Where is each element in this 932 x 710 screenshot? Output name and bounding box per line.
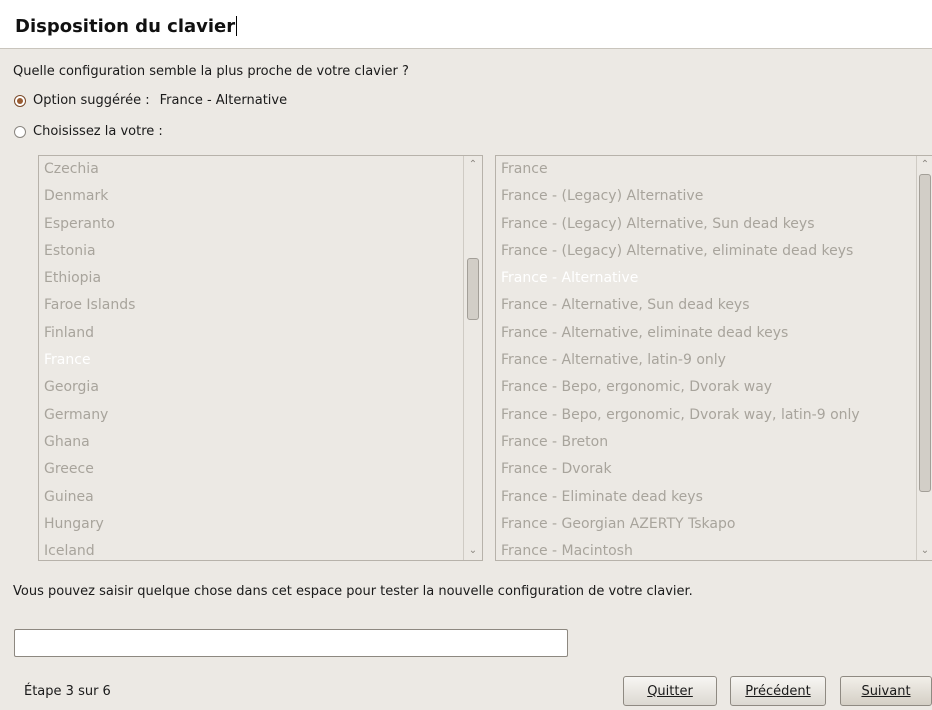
variant-list[interactable]: France France - (Legacy) Alternative Franc… — [495, 155, 932, 561]
chevron-up-icon[interactable]: ⌃ — [464, 156, 482, 174]
quit-button[interactable]: Quitter — [623, 676, 717, 706]
variant-list-item[interactable]: France - Dvorak — [496, 456, 917, 483]
country-list-item[interactable]: France — [39, 347, 464, 374]
country-list-item[interactable]: Esperanto — [39, 211, 464, 238]
text-cursor — [236, 16, 238, 36]
country-list-item[interactable]: Iceland — [39, 538, 464, 560]
test-help-text: Vous pouvez saisir quelque chose dans ce… — [13, 584, 693, 599]
variant-list-item[interactable]: France - Bepo, ergonomic, Dvorak way, la… — [496, 402, 917, 429]
country-list-item[interactable]: Georgia — [39, 374, 464, 401]
chevron-up-icon[interactable]: ⌃ — [917, 156, 932, 174]
variant-list-item[interactable]: France - Alternative, eliminate dead key… — [496, 320, 917, 347]
country-list-items: Czechia Denmark Esperanto Estonia Ethiopia Fa… — [39, 156, 464, 560]
choose-option-radio-row[interactable]: Choisissez la votre : — [14, 124, 163, 139]
page-title: Disposition du clavier — [15, 16, 238, 37]
next-button[interactable]: Suivant — [840, 676, 932, 706]
country-list-item[interactable]: Finland — [39, 320, 464, 347]
variant-list-item[interactable]: France - (Legacy) Alternative, Sun dead … — [496, 211, 917, 238]
suggested-option-label: Option suggérée : — [33, 93, 150, 108]
previous-button[interactable]: Précédent — [730, 676, 826, 706]
variant-list-item[interactable]: France - Bepo, ergonomic, Dvorak way — [496, 374, 917, 401]
country-list-scrollbar[interactable]: ⌃ ⌄ — [463, 156, 482, 560]
country-list-item[interactable]: Hungary — [39, 511, 464, 538]
variant-list-item[interactable]: France - Eliminate dead keys — [496, 484, 917, 511]
step-indicator: Étape 3 sur 6 — [24, 684, 111, 699]
country-list-item[interactable]: Germany — [39, 402, 464, 429]
chevron-down-icon[interactable]: ⌄ — [917, 542, 932, 560]
variant-list-items: France France - (Legacy) Alternative Franc… — [496, 156, 917, 560]
variant-list-item[interactable]: France - (Legacy) Alternative, eliminate… — [496, 238, 917, 265]
country-list-item[interactable]: Estonia — [39, 238, 464, 265]
suggested-option-value: France - Alternative — [159, 93, 288, 108]
question-label: Quelle configuration semble la plus proc… — [13, 64, 409, 79]
variant-list-scrollbar[interactable]: ⌃ ⌄ — [916, 156, 932, 560]
variant-list-item[interactable]: France — [496, 156, 917, 183]
country-list-item[interactable]: Czechia — [39, 156, 464, 183]
country-list-item[interactable]: Guinea — [39, 484, 464, 511]
country-list[interactable]: Czechia Denmark Esperanto Estonia Ethiopia Fa… — [38, 155, 483, 561]
choose-option-label: Choisissez la votre : — [33, 124, 163, 139]
chevron-down-icon[interactable]: ⌄ — [464, 542, 482, 560]
country-list-item[interactable]: Ghana — [39, 429, 464, 456]
radio-unchecked-icon[interactable] — [14, 125, 26, 138]
variant-list-item[interactable]: France - Georgian AZERTY Tskapo — [496, 511, 917, 538]
variant-list-item[interactable]: France - (Legacy) Alternative — [496, 183, 917, 210]
radio-checked-icon[interactable] — [14, 94, 26, 107]
variant-list-item[interactable]: France - Alternative, latin-9 only — [496, 347, 917, 374]
country-scroll-thumb[interactable] — [467, 258, 479, 320]
suggested-option-radio-row[interactable]: Option suggérée : France - Alternative — [14, 93, 287, 108]
country-list-item[interactable]: Denmark — [39, 183, 464, 210]
country-list-item[interactable]: Greece — [39, 456, 464, 483]
variant-list-item[interactable]: France - Alternative — [496, 265, 917, 292]
country-list-item[interactable]: Faroe Islands — [39, 292, 464, 319]
variant-list-item[interactable]: France - Alternative, Sun dead keys — [496, 292, 917, 319]
country-list-item[interactable]: Ethiopia — [39, 265, 464, 292]
variant-scroll-thumb[interactable] — [919, 174, 931, 492]
keyboard-test-input[interactable] — [14, 629, 568, 657]
variant-list-item[interactable]: France - Macintosh — [496, 538, 917, 560]
variant-list-item[interactable]: France - Breton — [496, 429, 917, 456]
header: Disposition du clavier — [0, 0, 932, 49]
